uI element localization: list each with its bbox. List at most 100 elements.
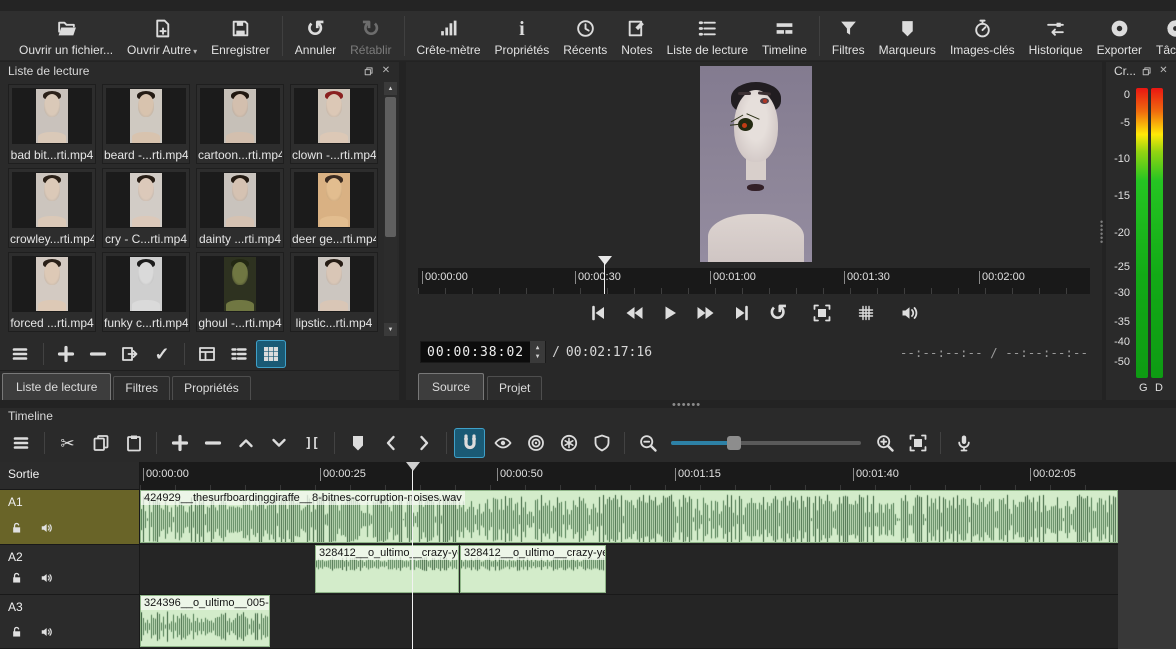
- close-panel-icon[interactable]: ✕: [379, 65, 393, 78]
- playlist-button[interactable]: Liste de lecture: [660, 13, 755, 59]
- playlist-scrollbar[interactable]: ▲ ▼: [384, 82, 397, 336]
- notes-button[interactable]: Notes: [614, 13, 659, 59]
- undo-button[interactable]: ↺Annuler: [288, 13, 343, 59]
- overwrite-button[interactable]: [263, 428, 294, 458]
- zoom-slider[interactable]: [671, 430, 861, 456]
- lock-open-icon[interactable]: [10, 571, 24, 590]
- timeline-clip[interactable]: 328412__o_ultimo__crazy-yell: [315, 545, 459, 593]
- keyframes-button[interactable]: Images-clés: [943, 13, 1022, 59]
- timeline-button[interactable]: Timeline: [755, 13, 814, 59]
- timeline-playhead[interactable]: [406, 462, 420, 478]
- prev-marker-button[interactable]: [375, 428, 406, 458]
- timeline-menu-button[interactable]: [6, 428, 37, 458]
- tab-source[interactable]: Source: [418, 373, 484, 400]
- playlist-item[interactable]: bad bit...rti.mp4: [8, 84, 96, 164]
- loop-button[interactable]: ↺: [762, 299, 794, 327]
- rewind-button[interactable]: [618, 299, 650, 327]
- tab-properties[interactable]: Propriétés: [172, 376, 251, 400]
- skip-previous-button[interactable]: [582, 299, 614, 327]
- lock-open-icon[interactable]: [10, 521, 24, 540]
- track-header-a2[interactable]: A2: [0, 545, 140, 595]
- next-marker-button[interactable]: [408, 428, 439, 458]
- paste-button[interactable]: [118, 428, 149, 458]
- zoom-fit-button[interactable]: [806, 299, 838, 327]
- playlist-item[interactable]: forced ...rti.mp4: [8, 252, 96, 332]
- playlist-item[interactable]: clown -...rti.mp4: [290, 84, 378, 164]
- copy-button[interactable]: [85, 428, 116, 458]
- snap-button[interactable]: [454, 428, 485, 458]
- view-icons-button[interactable]: [256, 340, 286, 368]
- view-details-button[interactable]: [192, 340, 222, 368]
- playlist-item[interactable]: crowley...rti.mp4: [8, 168, 96, 248]
- playlist-item[interactable]: beard -...rti.mp4: [102, 84, 190, 164]
- zoom-out-button[interactable]: [632, 428, 663, 458]
- timeline-track-area[interactable]: 00:00:0000:00:2500:00:5000:01:1500:01:40…: [140, 462, 1176, 649]
- play-button[interactable]: [654, 299, 686, 327]
- grid-button[interactable]: [850, 299, 882, 327]
- update-button[interactable]: ✓: [147, 340, 177, 368]
- scroll-down-icon[interactable]: ▼: [384, 323, 397, 336]
- ripple-markers-button[interactable]: [586, 428, 617, 458]
- timeline-clip[interactable]: 324396__o_ultimo__005-al: [140, 595, 270, 647]
- markers-button[interactable]: Marqueurs: [872, 13, 943, 59]
- player-time-ruler[interactable]: 00:00:0000:00:3000:01:0000:01:3000:02:00: [418, 268, 1090, 294]
- filters-button[interactable]: Filtres: [825, 13, 872, 59]
- volume-button[interactable]: [894, 299, 926, 327]
- recent-button[interactable]: Récents: [556, 13, 614, 59]
- history-button[interactable]: Historique: [1022, 13, 1090, 59]
- append-button[interactable]: [51, 340, 81, 368]
- playlist-menu-button[interactable]: [6, 340, 36, 368]
- ripple-button[interactable]: [520, 428, 551, 458]
- record-audio-button[interactable]: [948, 428, 979, 458]
- timeline-ruler[interactable]: 00:00:0000:00:2500:00:5000:01:1500:01:40…: [140, 462, 1176, 490]
- output-track-header[interactable]: Sortie: [0, 462, 140, 490]
- fast-forward-button[interactable]: [690, 299, 722, 327]
- current-timecode[interactable]: 00:00:38:02: [421, 345, 530, 360]
- open-other-button[interactable]: Ouvrir Autre▾: [120, 13, 204, 59]
- view-tiles-button[interactable]: [224, 340, 254, 368]
- playlist-item[interactable]: ghoul -...rti.mp4: [196, 252, 284, 332]
- zoom-slider-handle[interactable]: [727, 436, 741, 450]
- track-header-a3[interactable]: A3: [0, 595, 140, 649]
- open-as-clip-button[interactable]: [115, 340, 145, 368]
- lock-open-icon[interactable]: [10, 625, 24, 644]
- tab-playlist[interactable]: Liste de lecture: [2, 373, 111, 400]
- remove-button[interactable]: [83, 340, 113, 368]
- ripple-delete-button[interactable]: [197, 428, 228, 458]
- track-header-a1[interactable]: A1: [0, 490, 140, 545]
- timeline-clip[interactable]: 328412__o_ultimo__crazy-yell: [460, 545, 606, 593]
- close-panel-icon[interactable]: ✕: [1157, 65, 1170, 78]
- speaker-icon[interactable]: [40, 521, 54, 540]
- playlist-item[interactable]: lipstic...rti.mp4: [290, 252, 378, 332]
- jobs-button[interactable]: Tâches: [1149, 13, 1176, 59]
- playlist-item[interactable]: cry - C...rti.mp4: [102, 168, 190, 248]
- zoom-fit-button[interactable]: [902, 428, 933, 458]
- marker-button[interactable]: [342, 428, 373, 458]
- cut-button[interactable]: ✂: [52, 428, 83, 458]
- speaker-icon[interactable]: [40, 625, 54, 644]
- scrollbar-thumb[interactable]: [385, 97, 396, 237]
- speaker-icon[interactable]: [40, 571, 54, 590]
- peak-meter-button[interactable]: Crête-mètre: [410, 13, 488, 59]
- spin-up-icon[interactable]: ▲: [536, 344, 540, 351]
- skip-next-button[interactable]: [726, 299, 758, 327]
- export-button[interactable]: Exporter: [1090, 13, 1149, 59]
- split-button[interactable]: ][: [296, 428, 327, 458]
- save-button[interactable]: Enregistrer: [204, 13, 277, 59]
- player-playhead[interactable]: [598, 256, 612, 272]
- timeline-clip[interactable]: 424929__thesurfboardinggiraffe__8-bitnes…: [140, 490, 1118, 543]
- properties-button[interactable]: iPropriétés: [488, 13, 557, 59]
- playlist-item[interactable]: funky c...rti.mp4: [102, 252, 190, 332]
- open-file-button[interactable]: Ouvrir un fichier...: [12, 13, 120, 59]
- panel-splitter-handle[interactable]: ••••••: [1100, 220, 1103, 244]
- ripple-all-tracks-button[interactable]: [553, 428, 584, 458]
- float-panel-icon[interactable]: [1140, 65, 1153, 78]
- lift-button[interactable]: [230, 428, 261, 458]
- track-lane-a1[interactable]: 424929__thesurfboardinggiraffe__8-bitnes…: [140, 490, 1176, 545]
- scroll-up-icon[interactable]: ▲: [384, 82, 397, 95]
- timecode-spinner[interactable]: 00:00:38:02 ▲▼: [420, 341, 546, 363]
- track-lane-a3[interactable]: 324396__o_ultimo__005-al: [140, 595, 1176, 649]
- scrub-while-dragging-button[interactable]: [487, 428, 518, 458]
- float-panel-icon[interactable]: [361, 65, 375, 78]
- playlist-item[interactable]: cartoon...rti.mp4: [196, 84, 284, 164]
